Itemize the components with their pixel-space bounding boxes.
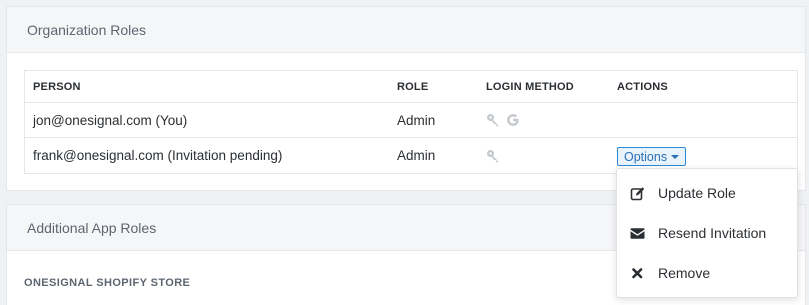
column-header-role: ROLE (397, 80, 429, 93)
menu-item-label: Update Role (658, 185, 736, 201)
actions-cell: Options (610, 145, 797, 166)
edit-icon (630, 186, 645, 201)
login-method-icons (479, 113, 610, 127)
organization-roles-header: Organization Roles (7, 7, 805, 53)
organization-roles-panel: Organization Roles PERSON ROLE LOGIN MET… (6, 6, 806, 191)
menu-item-label: Remove (658, 265, 711, 281)
app-section-label: ONESIGNAL SHOPIFY STORE (24, 277, 191, 289)
envelope-icon (630, 226, 645, 241)
options-button[interactable]: Options (617, 147, 687, 166)
key-icon (486, 149, 500, 163)
column-header-person: PERSON (33, 80, 81, 93)
menu-item-update-role[interactable]: Update Role (617, 173, 797, 213)
login-method-icons (479, 149, 610, 163)
menu-item-resend-invitation[interactable]: Resend Invitation (617, 213, 797, 253)
person-role: Admin (397, 148, 436, 163)
roles-table: PERSON ROLE LOGIN METHOD ACTIONS jon@one… (24, 70, 798, 174)
column-header-actions: ACTIONS (617, 80, 668, 93)
key-icon (486, 113, 500, 127)
table-row: jon@onesignal.com (You) Admin (25, 103, 797, 138)
menu-item-remove[interactable]: Remove (617, 253, 797, 293)
menu-item-label: Resend Invitation (658, 225, 767, 241)
table-header-row: PERSON ROLE LOGIN METHOD ACTIONS (25, 71, 797, 103)
person-email: jon@onesignal.com (You) (33, 112, 188, 128)
person-email: frank@onesignal.com (Invitation pending) (33, 148, 283, 163)
caret-down-icon (671, 154, 680, 159)
column-header-login-method: LOGIN METHOD (486, 80, 574, 93)
organization-roles-title: Organization Roles (27, 21, 147, 38)
x-icon (630, 266, 645, 281)
google-icon (506, 113, 520, 127)
options-dropdown-menu: Update Role Resend Invitation Remove (616, 168, 798, 298)
person-role: Admin (397, 112, 436, 128)
options-label: Options (624, 149, 668, 164)
additional-app-roles-title: Additional App Roles (27, 219, 157, 236)
